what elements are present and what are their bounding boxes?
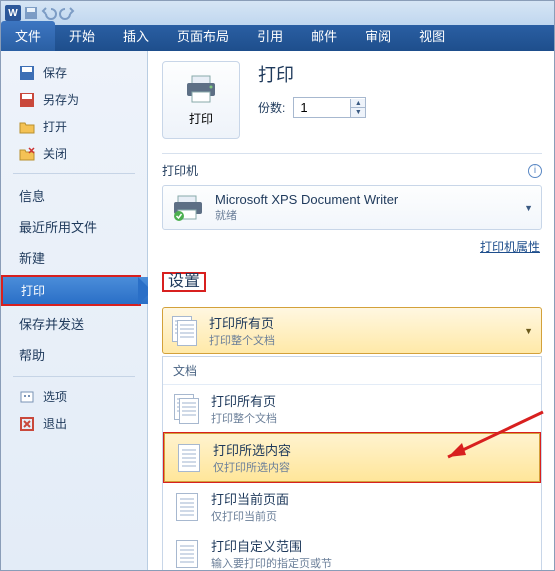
print-button-label: 打印	[189, 110, 213, 127]
tab-home[interactable]: 开始	[55, 21, 109, 51]
tab-layout[interactable]: 页面布局	[163, 21, 243, 51]
dropdown-sub: 打印整个文档	[209, 332, 275, 348]
menu-item-title: 打印当前页面	[211, 489, 289, 508]
save-qat-icon[interactable]	[23, 5, 39, 21]
close-icon	[19, 146, 35, 162]
page-range-icon	[173, 538, 201, 570]
menu-item-sub: 打印整个文档	[211, 410, 277, 426]
spinner-up-icon[interactable]: ▲	[351, 99, 365, 108]
save-icon	[19, 65, 35, 81]
spinner-down-icon[interactable]: ▼	[351, 108, 365, 117]
printer-device-icon	[171, 194, 205, 222]
printer-properties-link[interactable]: 打印机属性	[164, 238, 540, 255]
menu-item-custom-range[interactable]: 打印自定义范围 输入要打印的指定页或节	[163, 530, 541, 570]
chevron-down-icon: ▼	[524, 203, 533, 213]
pages-icon	[173, 393, 201, 425]
nav-open[interactable]: 打开	[1, 113, 147, 140]
app-icon: W	[5, 5, 21, 21]
printer-name: Microsoft XPS Document Writer	[215, 192, 398, 207]
print-range-dropdown[interactable]: 打印所有页 打印整个文档 ▼	[162, 307, 542, 354]
nav-exit[interactable]: 退出	[1, 410, 147, 437]
nav-label: 保存	[43, 64, 67, 81]
nav-label: 打开	[43, 118, 67, 135]
open-icon	[19, 119, 35, 135]
menu-item-title: 打印所有页	[211, 391, 277, 410]
nav-options[interactable]: 选项	[1, 383, 147, 410]
print-title: 打印	[258, 61, 366, 87]
nav-recent[interactable]: 最近所用文件	[1, 211, 147, 242]
nav-print[interactable]: 打印	[3, 277, 151, 304]
nav-label: 打印	[21, 282, 45, 299]
print-pane: 打印 打印 份数: ▲ ▼ 打印机 i	[148, 51, 554, 570]
exit-icon	[19, 416, 35, 432]
chevron-down-icon: ▼	[524, 326, 533, 336]
ribbon-tabs: 文件 开始 插入 页面布局 引用 邮件 审阅 视图	[1, 25, 554, 51]
menu-item-title: 打印自定义范围	[211, 536, 332, 555]
tab-insert[interactable]: 插入	[109, 21, 163, 51]
nav-save-as[interactable]: 另存为	[1, 86, 147, 113]
info-icon[interactable]: i	[528, 164, 542, 178]
settings-heading: 设置	[168, 267, 200, 291]
menu-section-label: 文档	[163, 357, 541, 385]
nav-label: 关闭	[43, 145, 67, 162]
menu-item-sub: 输入要打印的指定页或节	[211, 555, 332, 570]
undo-qat-icon[interactable]	[41, 5, 57, 21]
tab-file[interactable]: 文件	[1, 21, 55, 51]
nav-new[interactable]: 新建	[1, 242, 147, 273]
nav-label: 另存为	[43, 91, 79, 108]
menu-item-title: 打印所选内容	[213, 440, 291, 459]
printer-selector[interactable]: Microsoft XPS Document Writer 就绪 ▼	[162, 185, 542, 230]
nav-help[interactable]: 帮助	[1, 339, 147, 370]
copies-label: 份数:	[258, 99, 285, 116]
nav-close[interactable]: 关闭	[1, 140, 147, 167]
nav-label: 选项	[43, 388, 67, 405]
redo-qat-icon[interactable]	[59, 5, 75, 21]
print-button[interactable]: 打印	[162, 61, 240, 139]
printer-icon	[184, 74, 218, 104]
tab-view[interactable]: 视图	[405, 21, 459, 51]
print-range-menu: 文档 打印所有页 打印整个文档 打印所选内容 仅打印所选内容	[162, 356, 542, 570]
menu-item-current-page[interactable]: 打印当前页面 仅打印当前页	[163, 483, 541, 530]
nav-label: 退出	[43, 415, 67, 432]
nav-save-send[interactable]: 保存并发送	[1, 308, 147, 339]
menu-item-sub: 仅打印所选内容	[213, 459, 291, 475]
printer-heading: 打印机	[162, 162, 198, 179]
menu-item-sub: 仅打印当前页	[211, 508, 289, 524]
menu-item-selection[interactable]: 打印所选内容 仅打印所选内容	[164, 433, 540, 482]
copies-input[interactable]	[294, 98, 350, 117]
tab-review[interactable]: 审阅	[351, 21, 405, 51]
tab-references[interactable]: 引用	[243, 21, 297, 51]
menu-item-all-pages[interactable]: 打印所有页 打印整个文档	[163, 385, 541, 432]
printer-status: 就绪	[215, 207, 398, 223]
dropdown-title: 打印所有页	[209, 313, 275, 332]
backstage-nav: 保存 另存为 打开 关闭 信息 最近所用文件 新建 打印 保存并发送 帮助 选项	[1, 51, 148, 570]
copies-spinner[interactable]: ▲ ▼	[293, 97, 366, 118]
save-as-icon	[19, 92, 35, 108]
page-icon	[175, 442, 203, 474]
nav-info[interactable]: 信息	[1, 180, 147, 211]
options-icon	[19, 389, 35, 405]
nav-save[interactable]: 保存	[1, 59, 147, 86]
page-icon	[173, 491, 201, 523]
tab-mail[interactable]: 邮件	[297, 21, 351, 51]
